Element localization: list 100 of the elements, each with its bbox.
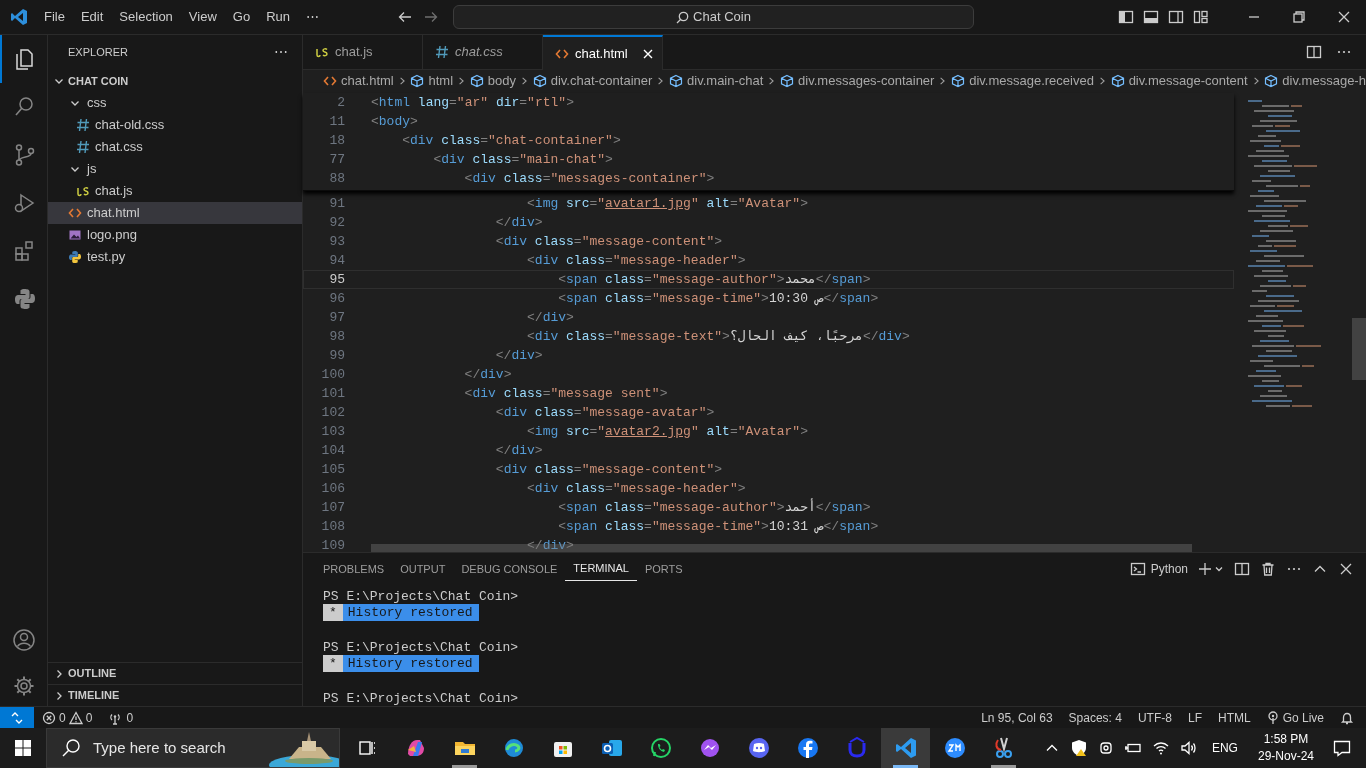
cube-icon: [780, 74, 795, 88]
error-icon: [42, 710, 56, 725]
panel-tab[interactable]: TERMINAL: [565, 557, 637, 581]
wifi-icon[interactable]: [1151, 740, 1170, 756]
cube-icon: [1264, 74, 1279, 88]
breadcrumb-item[interactable]: html: [410, 71, 454, 91]
more-actions-button[interactable]: ⋯: [274, 42, 288, 63]
code-line: </div>: [526, 536, 574, 555]
menu-item[interactable]: Selection: [111, 7, 181, 27]
breadcrumb-item[interactable]: div.main-chat: [669, 71, 764, 91]
editor-tab[interactable]: chat.js: [303, 35, 423, 70]
menu-item[interactable]: File: [36, 7, 73, 27]
cube-icon: [1110, 74, 1125, 88]
breadcrumb-item[interactable]: div.messages-container: [780, 71, 935, 91]
panel-tab[interactable]: PORTS: [636, 557, 691, 581]
python-icon[interactable]: [12, 287, 37, 311]
toggle-sidebar-icon[interactable]: [1118, 9, 1134, 25]
cube-icon: [669, 74, 684, 88]
status-item[interactable]: HTML: [1217, 708, 1251, 727]
menu-item[interactable]: Edit: [72, 7, 112, 27]
terminal-prompt: PS E:\Projects\Chat Coin>: [323, 588, 520, 604]
broadcast-icon: [1266, 710, 1279, 725]
account-icon[interactable]: [11, 628, 36, 652]
editor-tab[interactable]: chat.html: [543, 35, 663, 70]
clock-time[interactable]: 1:58 PM: [1263, 731, 1309, 748]
bell-icon[interactable]: [1340, 710, 1354, 725]
split-terminal-icon[interactable]: [1234, 561, 1250, 577]
restore-icon[interactable]: [1290, 9, 1307, 25]
line-number: 18: [328, 131, 345, 150]
notifications-icon[interactable]: [1332, 738, 1352, 758]
volume-icon[interactable]: [1179, 740, 1198, 756]
terminal-badge: History restored: [342, 655, 479, 672]
file-tree-item[interactable]: css: [48, 92, 302, 114]
breadcrumb-item[interactable]: body: [469, 71, 516, 91]
ports-button[interactable]: 0: [108, 708, 134, 727]
file-tree-item[interactable]: chat-old.css: [48, 114, 302, 136]
python-icon: [68, 250, 82, 264]
file-tree-item[interactable]: chat.js: [48, 180, 302, 202]
back-arrow-icon[interactable]: [397, 9, 413, 25]
menu-item[interactable]: Run: [258, 7, 298, 27]
code-line: </div>: [494, 441, 543, 460]
search-icon: [676, 10, 690, 24]
panel-tab[interactable]: PROBLEMS: [315, 557, 393, 581]
toggle-panel-icon[interactable]: [1143, 9, 1159, 25]
remote-icon: [10, 710, 24, 725]
chat-bubble-icon: [648, 736, 673, 760]
image-icon: [68, 228, 82, 242]
breadcrumb-item[interactable]: chat.html: [323, 71, 394, 91]
menu-item[interactable]: ⋯: [298, 7, 327, 27]
cube-icon: [951, 74, 966, 88]
close-icon[interactable]: [1338, 561, 1354, 577]
breadcrumb-item[interactable]: div.chat-container: [532, 71, 653, 91]
scrollbar-thumb[interactable]: [1352, 318, 1366, 380]
command-search-field[interactable]: Chat Coin: [453, 5, 974, 29]
clock-date[interactable]: 29-Nov-24: [1257, 748, 1314, 765]
language-indicator[interactable]: ENG: [1211, 739, 1238, 757]
problems-button[interactable]: 0 0: [42, 708, 93, 727]
file-tree-item[interactable]: chat.html: [48, 202, 302, 224]
new-terminal-icon[interactable]: [1198, 561, 1224, 577]
line-number: 95: [328, 270, 345, 289]
status-item[interactable]: UTF-8: [1137, 708, 1172, 727]
breadcrumb-item[interactable]: div.message-h: [1264, 71, 1366, 91]
windows-start-icon[interactable]: [14, 739, 32, 757]
taskbar-search-field[interactable]: Type here to search: [46, 728, 340, 768]
menu-item[interactable]: View: [180, 7, 225, 27]
close-icon[interactable]: [642, 47, 654, 60]
section-header[interactable]: OUTLINE: [48, 662, 302, 684]
panel-tab[interactable]: DEBUG CONSOLE: [453, 557, 566, 581]
trash-icon[interactable]: [1260, 561, 1276, 577]
split-editor-icon[interactable]: [1306, 44, 1322, 60]
line-number: 109: [320, 536, 345, 555]
editor-tab[interactable]: chat.css: [423, 35, 543, 70]
file-tree-item[interactable]: js: [48, 158, 302, 180]
line-number: 105: [320, 460, 345, 479]
breadcrumb-item[interactable]: div.message.received: [951, 71, 1094, 91]
panel-tab[interactable]: OUTPUT: [392, 557, 454, 581]
file-tree-item[interactable]: logo.png: [48, 224, 302, 246]
shield-warning-icon[interactable]: [1069, 739, 1088, 757]
terminal-shell-button[interactable]: Python: [1129, 560, 1188, 578]
status-item[interactable]: Ln 95, Col 63: [981, 708, 1053, 727]
run-debug-icon[interactable]: [12, 191, 37, 215]
breadcrumb-item[interactable]: div.message-content: [1110, 71, 1248, 91]
warning-icon: [68, 710, 83, 725]
camera-icon[interactable]: [1097, 740, 1114, 756]
status-item[interactable]: Spaces: 4: [1068, 708, 1122, 727]
status-item[interactable]: LF: [1187, 708, 1202, 727]
customize-layout-icon[interactable]: [1193, 9, 1209, 25]
code-line: <body>: [371, 112, 418, 131]
line-number: 108: [320, 517, 345, 536]
code-line: <div class="message-content">: [494, 460, 723, 479]
code-line: <div class="message sent">: [463, 384, 668, 403]
menu-item[interactable]: Go: [224, 7, 259, 27]
line-number: 97: [328, 308, 345, 327]
toggle-secondary-sidebar-icon[interactable]: [1168, 9, 1184, 25]
project-header[interactable]: CHAT COIN: [48, 70, 302, 92]
forward-arrow-icon[interactable]: [423, 9, 439, 25]
file-tree-item[interactable]: chat.css: [48, 136, 302, 158]
go-live-button[interactable]: Go Live: [1266, 708, 1324, 727]
terminal-mark: *: [323, 604, 343, 621]
file-tree-item[interactable]: test.py: [48, 246, 302, 268]
